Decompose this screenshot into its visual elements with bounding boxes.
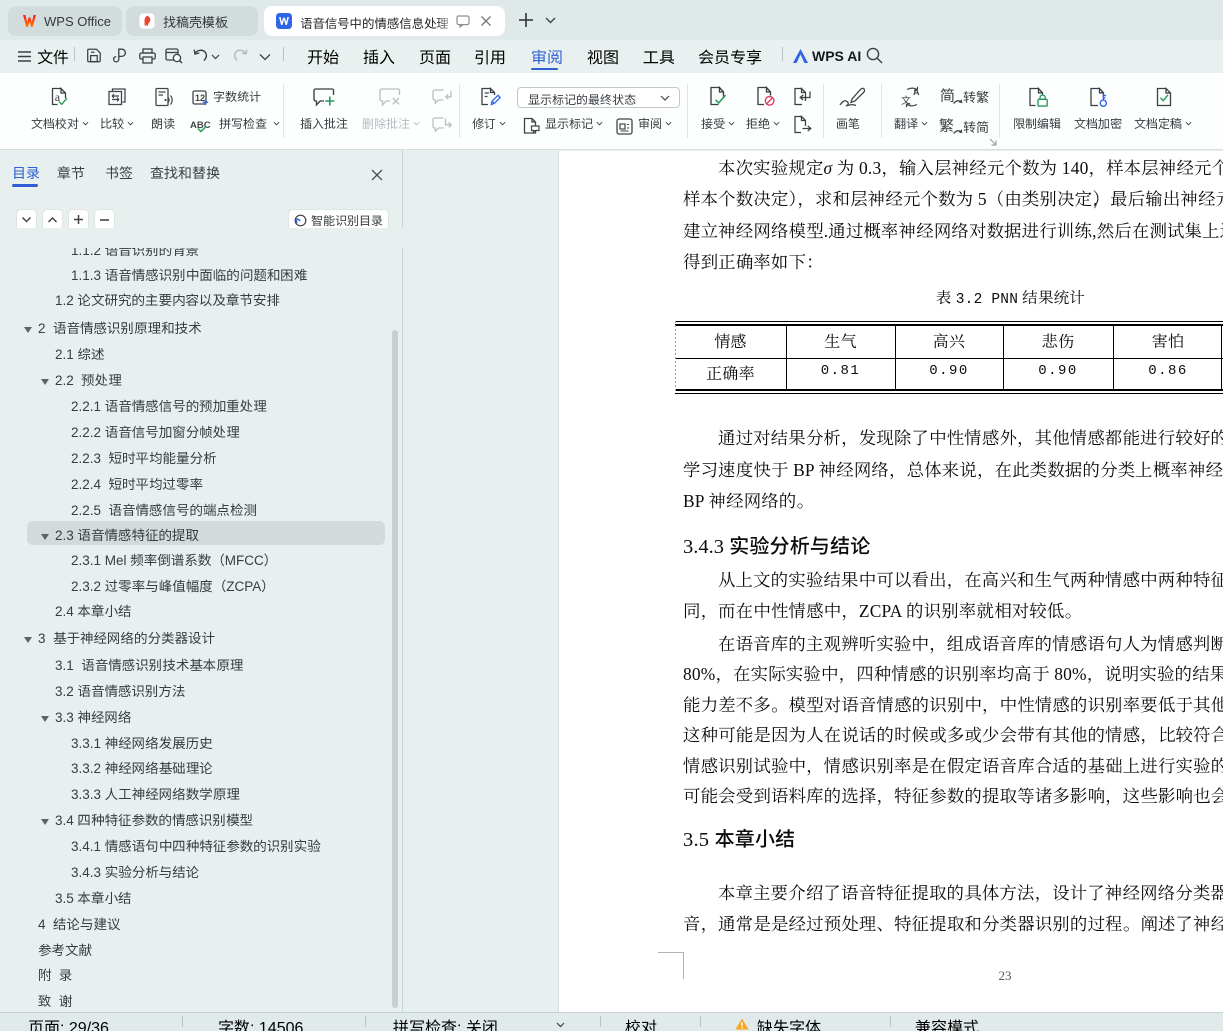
svg-text:ABC: ABC — [190, 120, 211, 131]
